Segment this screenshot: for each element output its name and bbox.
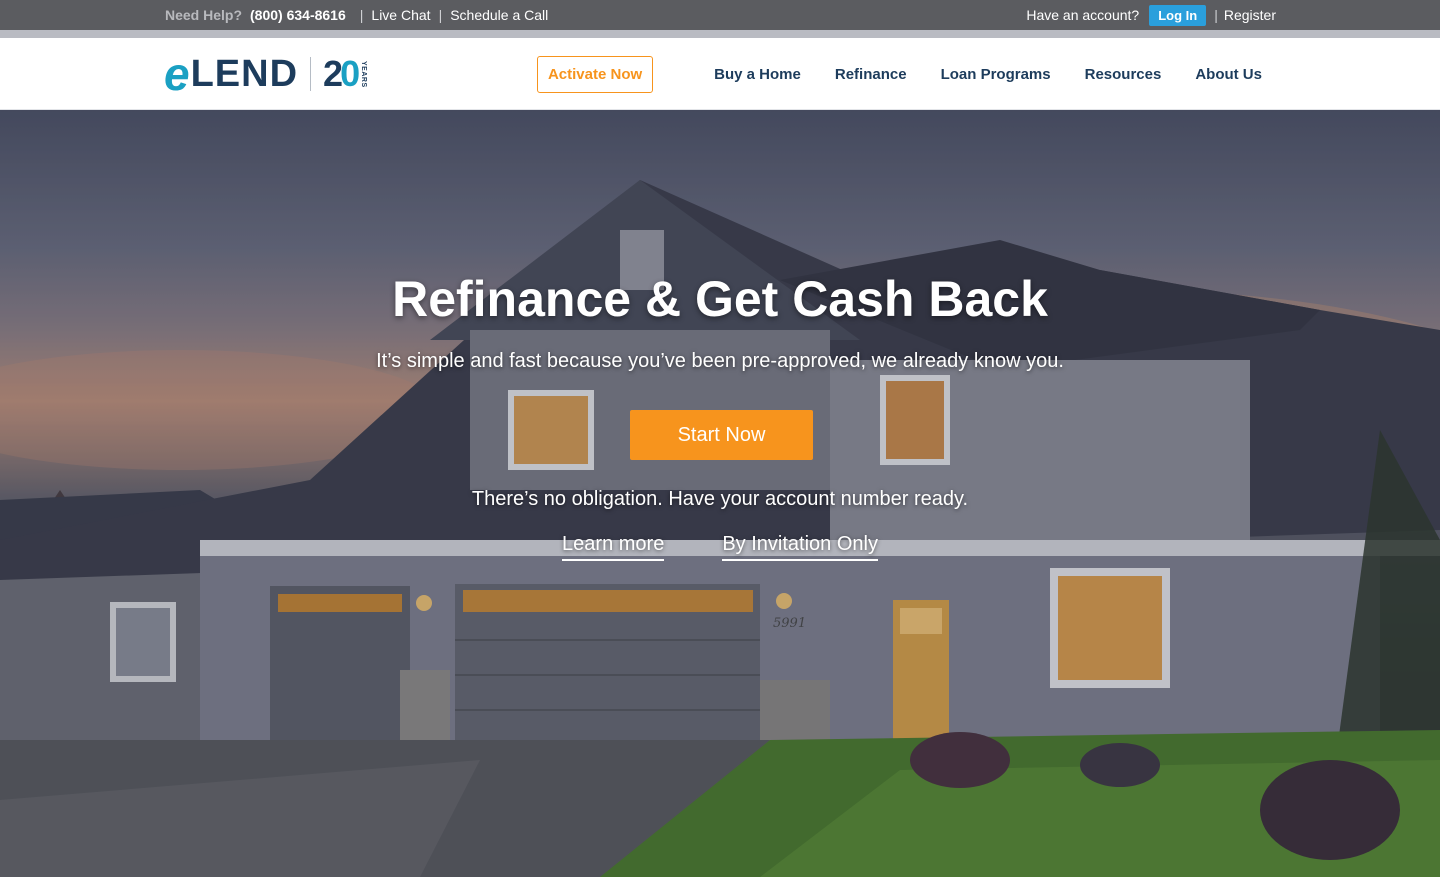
register-link[interactable]: Register <box>1224 7 1276 23</box>
activate-now-button[interactable]: Activate Now <box>536 55 654 93</box>
nav-item-loan-programs[interactable]: Loan Programs <box>941 66 1051 83</box>
nav-item-resources[interactable]: Resources <box>1085 66 1162 83</box>
hero-links: Learn more By Invitation Only <box>0 533 1440 561</box>
schedule-call-link[interactable]: Schedule a Call <box>450 7 548 23</box>
need-help-label: Need Help? <box>165 7 243 23</box>
learn-more-link[interactable]: Learn more <box>562 533 665 561</box>
nav-item-about-us[interactable]: About Us <box>1195 66 1262 83</box>
logo-e-mark: e <box>164 48 190 100</box>
nav-links: Activate Now Buy a Home Refinance Loan P… <box>536 38 1262 110</box>
account-group: Have an account? Log In | Register <box>1026 0 1276 30</box>
by-invitation-only-link[interactable]: By Invitation Only <box>722 533 878 561</box>
logo-years-label: YEARS <box>360 60 368 88</box>
main-nav: e LEND 20 YEARS Activate Now Buy a Home … <box>0 38 1440 110</box>
help-contact-group: Need Help? (800) 634-8616 | Live Chat | … <box>165 0 548 30</box>
hero-section: 5991 Refinance & Get Cash Back It’s simp… <box>0 110 1440 877</box>
account-prompt: Have an account? <box>1026 7 1140 23</box>
separator: | <box>359 7 364 23</box>
utility-bar: Need Help? (800) 634-8616 | Live Chat | … <box>0 0 1440 30</box>
phone-link[interactable]: (800) 634-8616 <box>250 7 346 23</box>
utility-stripe <box>0 30 1440 38</box>
login-button[interactable]: Log In <box>1149 4 1207 26</box>
separator: | <box>438 7 443 23</box>
logo-digit-two: 2 <box>323 53 343 94</box>
elend-logo[interactable]: e LEND 20 YEARS <box>164 48 368 100</box>
logo-20-years: 20 <box>323 53 360 94</box>
logo-divider <box>310 57 312 91</box>
nav-item-buy-a-home[interactable]: Buy a Home <box>714 66 801 83</box>
separator: | <box>1214 7 1218 23</box>
nav-item-refinance[interactable]: Refinance <box>835 66 907 83</box>
logo-wordmark: LEND <box>190 53 299 95</box>
hero-subtitle: It’s simple and fast because you’ve been… <box>376 350 1064 372</box>
start-now-button[interactable]: Start Now <box>630 410 813 460</box>
hero-note: There’s no obligation. Have your account… <box>471 488 969 510</box>
live-chat-link[interactable]: Live Chat <box>371 7 430 23</box>
logo-digit-zero: 0 <box>340 53 360 94</box>
hero-title: Refinance & Get Cash Back <box>392 271 1048 327</box>
